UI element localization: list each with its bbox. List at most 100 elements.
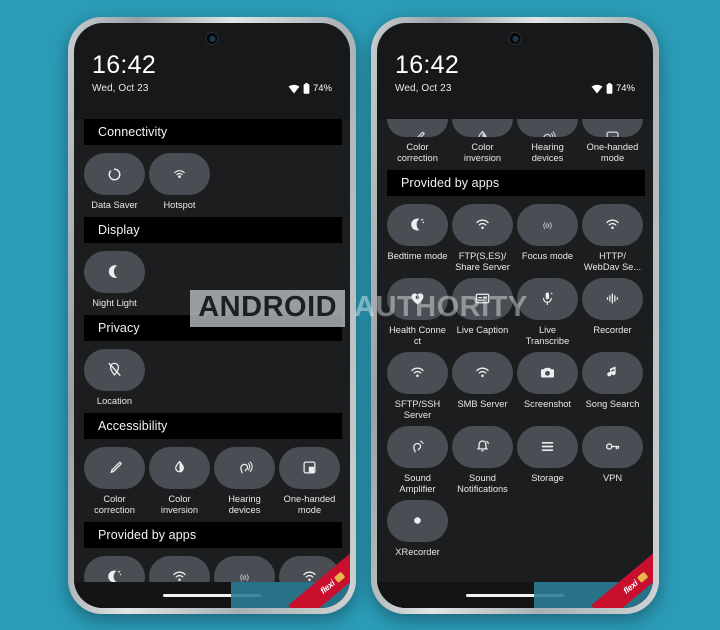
- quick-settings-tile[interactable]: VPN: [582, 425, 643, 495]
- quick-settings-tile[interactable]: Live Caption: [452, 277, 513, 347]
- section-header: Accessibility: [84, 412, 342, 439]
- contrast-droplet-icon[interactable]: [452, 119, 513, 137]
- quick-settings-tile[interactable]: Color correction: [387, 119, 448, 164]
- sound-amplifier-icon[interactable]: [387, 425, 448, 468]
- flexi-chip-icon: [333, 571, 345, 583]
- quick-settings-tile[interactable]: SMB Server: [452, 351, 513, 421]
- quick-settings-tile[interactable]: Color inversion: [452, 119, 513, 164]
- svg-text:(o): (o): [543, 221, 553, 230]
- section-header: Provided by apps: [387, 169, 645, 196]
- tile-label: Live Transcribe: [525, 324, 570, 346]
- battery-percent: 74%: [615, 83, 635, 94]
- flexi-label: flexi: [621, 577, 640, 596]
- vpn-key-icon[interactable]: [582, 425, 643, 468]
- quick-settings-tile[interactable]: Color correction: [84, 446, 145, 516]
- phone-right-screen: 16:42 Wed, Oct 23 74% Color correction C…: [377, 23, 653, 608]
- status-icons: 74%: [591, 83, 635, 94]
- quick-settings-tile[interactable]: Hearing devices: [517, 119, 578, 164]
- waveform-icon[interactable]: [582, 277, 643, 320]
- quick-settings-tile[interactable]: HTTP/ WebDav Se...: [582, 203, 643, 273]
- quick-settings-tile[interactable]: SFTP/SSH Server: [387, 351, 448, 421]
- quick-settings-tile[interactable]: One-handed mode: [582, 119, 643, 164]
- battery-percent: 74%: [312, 83, 332, 94]
- tile-label: One-handed mode: [283, 493, 336, 515]
- tile-label: Screenshot: [523, 398, 572, 409]
- wifi-icon[interactable]: [452, 203, 513, 246]
- tile-label: One-handed mode: [586, 142, 639, 163]
- tile-label: Hotspot: [163, 200, 196, 210]
- quick-settings-tile[interactable]: XRecorder: [387, 499, 448, 558]
- status-bar-left: 16:42 Wed, Oct 23 74%: [74, 23, 350, 95]
- tile-grid: Color correction Color inversion Hearing d…: [74, 439, 350, 522]
- section-header: Provided by apps: [84, 521, 342, 548]
- wifi-icon[interactable]: [582, 203, 643, 246]
- storage-list-icon[interactable]: [517, 425, 578, 468]
- quick-settings-tile[interactable]: Sound Amplifier: [387, 425, 448, 495]
- tile-label: Focus mode: [521, 250, 574, 261]
- quick-settings-tile[interactable]: Song Search: [582, 351, 643, 421]
- tile-label: Data Saver: [91, 200, 138, 210]
- one-handed-icon[interactable]: [279, 446, 340, 489]
- quick-settings-tile[interactable]: Color inversion: [149, 446, 210, 516]
- quick-settings-tile[interactable]: (o) Focus mode: [517, 203, 578, 273]
- battery-icon: [303, 83, 310, 94]
- tile-label: SFTP/SSH Server: [394, 398, 441, 420]
- tile-label: Color correction: [397, 142, 438, 163]
- quick-settings-tile[interactable]: Location: [84, 348, 145, 407]
- quick-settings-tile[interactable]: One-handed mode: [279, 446, 340, 516]
- tile-label: Color correction: [94, 493, 135, 515]
- tile-label: Sound Amplifier: [399, 472, 436, 494]
- svg-text:(o): (o): [240, 573, 250, 582]
- one-handed-icon[interactable]: [582, 119, 643, 137]
- tile-label: Bedtime mode: [387, 250, 448, 261]
- tile-label: Health Conne ct: [389, 324, 446, 346]
- tile-grid: Bedtime mode FTP(S,ES)/ Share Server (o) Fo…: [377, 196, 653, 564]
- ear-icon[interactable]: [517, 119, 578, 137]
- moon-icon[interactable]: [84, 250, 145, 293]
- quick-settings-tile[interactable]: Screenshot: [517, 351, 578, 421]
- tile-label: SMB Server: [457, 398, 508, 409]
- quick-settings-tile[interactable]: Live Transcribe: [517, 277, 578, 347]
- quick-settings-tile[interactable]: Storage: [517, 425, 578, 495]
- bedtime-moon-icon[interactable]: [387, 203, 448, 246]
- quick-settings-tile[interactable]: Data Saver: [84, 153, 145, 211]
- health-heart-icon[interactable]: [387, 277, 448, 320]
- tile-label: Night Light: [92, 297, 137, 308]
- quick-settings-tile[interactable]: Recorder: [582, 277, 643, 347]
- tile-label: Hearing devices: [228, 493, 261, 515]
- quick-settings-panel-left[interactable]: Connectivity Data Saver Hotspot Display Nigh…: [74, 119, 350, 608]
- tile-label: Song Search: [585, 398, 640, 409]
- wifi-icon[interactable]: [387, 351, 448, 394]
- tile-label: XRecorder: [395, 546, 440, 557]
- contrast-droplet-icon[interactable]: [149, 446, 210, 489]
- phone-left-screen: 16:42 Wed, Oct 23 74% Connectivity Data …: [74, 23, 350, 608]
- quick-settings-tile[interactable]: Hotspot: [149, 153, 210, 211]
- quick-settings-tile[interactable]: Hearing devices: [214, 446, 275, 516]
- quick-settings-tile[interactable]: Health Conne ct: [387, 277, 448, 347]
- eyedropper-icon[interactable]: [387, 119, 448, 137]
- data-saver-icon[interactable]: [84, 153, 145, 195]
- location-off-icon[interactable]: [84, 348, 145, 391]
- caption-icon[interactable]: [452, 277, 513, 320]
- mic-transcribe-icon[interactable]: [517, 277, 578, 320]
- tile-label: Sound Notifications: [457, 472, 508, 494]
- camera-icon[interactable]: [517, 351, 578, 394]
- quick-settings-tile[interactable]: FTP(S,ES)/ Share Server: [452, 203, 513, 273]
- bell-sound-icon[interactable]: [452, 425, 513, 468]
- quick-settings-tile[interactable]: Bedtime mode: [387, 203, 448, 273]
- status-clock: 16:42: [395, 51, 460, 79]
- focus-icon[interactable]: (o): [517, 203, 578, 246]
- record-dot-icon[interactable]: [387, 499, 448, 542]
- tile-label: Location: [96, 395, 133, 406]
- quick-settings-panel-right[interactable]: Color correction Color inversion Hearing d…: [377, 119, 653, 608]
- phone-left: 16:42 Wed, Oct 23 74% Connectivity Data …: [68, 17, 356, 614]
- ear-icon[interactable]: [214, 446, 275, 489]
- tile-label: HTTP/ WebDav Se...: [583, 250, 642, 272]
- music-note-icon[interactable]: [582, 351, 643, 394]
- wifi-icon[interactable]: [452, 351, 513, 394]
- panel-content-right: Color correction Color inversion Hearing d…: [377, 119, 653, 564]
- quick-settings-tile[interactable]: Night Light: [84, 250, 145, 309]
- hotspot-icon[interactable]: [149, 153, 210, 195]
- eyedropper-icon[interactable]: [84, 446, 145, 489]
- quick-settings-tile[interactable]: Sound Notifications: [452, 425, 513, 495]
